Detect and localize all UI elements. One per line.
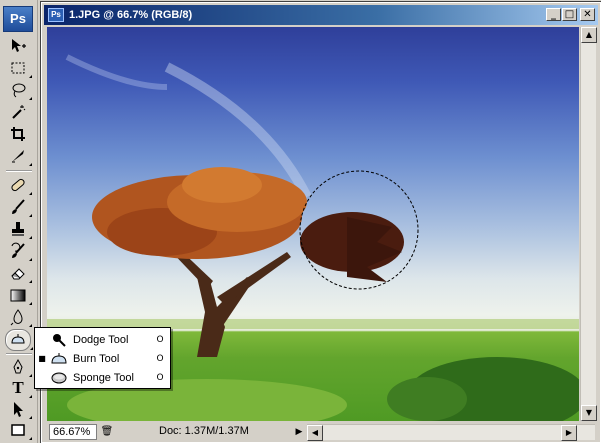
document-title: 1.JPG @ 66.7% (RGB/8): [69, 9, 193, 21]
flyout-check: ■: [38, 354, 46, 363]
move-icon: [12, 39, 26, 52]
magic-wand-icon: [12, 105, 26, 119]
lasso-icon: [12, 83, 26, 98]
rectangle-shape-icon: [11, 424, 25, 436]
photoshop-window: Ps T Ps 1.JPG @ 66.7% (RGB/8) _ □ ✕ ▲ ▼ …: [0, 0, 601, 443]
flyout-item-sponge[interactable]: Sponge Tool O: [35, 368, 170, 387]
bandage-icon: [11, 178, 25, 192]
status-menu-arrow[interactable]: ▶: [293, 424, 305, 440]
status-bar: 66.67% 🗑 Doc: 1.37M/1.37M ▶ ◀ ▶: [47, 423, 596, 441]
brush-tool-button[interactable]: [7, 197, 32, 217]
scroll-up-button[interactable]: ▲: [581, 27, 597, 43]
lasso-tool-button[interactable]: [7, 80, 32, 100]
path-selection-tool-button[interactable]: [7, 399, 32, 419]
slice-tool-button[interactable]: [7, 146, 32, 166]
type-tool-button[interactable]: T: [7, 378, 32, 398]
rectangular-marquee-icon: [11, 62, 25, 74]
gradient-tool-button[interactable]: [7, 285, 32, 305]
photoshop-document-icon: Ps: [48, 8, 64, 22]
trash-icon[interactable]: 🗑: [100, 425, 114, 439]
crop-icon: [11, 127, 25, 141]
toning-tools-flyout: Dodge Tool O ■ Burn Tool O Sponge Tool O: [34, 327, 171, 389]
type-icon: T: [12, 378, 24, 397]
ps-logo[interactable]: Ps: [3, 6, 33, 32]
zoom-field[interactable]: 66.67%: [49, 424, 97, 440]
sponge-icon: [49, 370, 69, 386]
magic-wand-tool-button[interactable]: [7, 102, 29, 122]
history-brush-tool-button[interactable]: [7, 241, 32, 261]
slice-icon: [12, 150, 24, 163]
flyout-shortcut: O: [156, 353, 164, 364]
move-tool-button[interactable]: [7, 36, 29, 56]
shape-tool-button[interactable]: [7, 420, 32, 440]
close-button[interactable]: ✕: [580, 8, 595, 21]
flyout-label: Sponge Tool: [73, 371, 134, 384]
minimize-button[interactable]: _: [546, 8, 561, 21]
burn-icon: [11, 334, 25, 344]
dodge-icon: [49, 332, 69, 348]
pen-tool-button[interactable]: [7, 357, 32, 377]
blur-drop-icon: [10, 309, 23, 326]
gradient-icon: [10, 289, 26, 302]
toolbox: Ps T: [0, 0, 38, 443]
stamp-icon: [12, 222, 24, 236]
burn-tool-button[interactable]: [5, 329, 33, 351]
eraser-tool-button[interactable]: [7, 263, 32, 283]
scroll-right-button[interactable]: ▶: [561, 425, 577, 441]
history-brush-icon: [11, 242, 25, 258]
flyout-item-burn[interactable]: ■ Burn Tool O: [35, 349, 170, 368]
scroll-left-button[interactable]: ◀: [307, 425, 323, 441]
vertical-scrollbar[interactable]: ▲ ▼: [580, 27, 597, 421]
arrow-icon: [14, 402, 23, 417]
maximize-button[interactable]: □: [562, 8, 577, 21]
flyout-label: Dodge Tool: [73, 333, 129, 346]
burn-icon: [49, 351, 69, 367]
flyout-item-dodge[interactable]: Dodge Tool O: [35, 330, 170, 349]
flyout-shortcut: O: [156, 372, 164, 383]
eraser-icon: [11, 268, 25, 280]
pen-icon: [13, 358, 23, 374]
horizontal-scrollbar[interactable]: ◀ ▶: [307, 424, 595, 441]
flyout-label: Burn Tool: [73, 352, 120, 365]
marquee-tool-button[interactable]: [7, 58, 32, 78]
flyout-shortcut: O: [156, 334, 164, 345]
brush-icon: [12, 199, 25, 214]
scroll-down-button[interactable]: ▼: [581, 405, 597, 421]
document-size-info: Doc: 1.37M/1.37M: [159, 425, 249, 437]
crop-tool-button[interactable]: [7, 124, 29, 144]
document-title-bar[interactable]: Ps 1.JPG @ 66.7% (RGB/8) _ □ ✕: [44, 5, 598, 25]
clone-stamp-tool-button[interactable]: [7, 219, 32, 239]
healing-brush-tool-button[interactable]: [7, 175, 32, 195]
blur-tool-button[interactable]: [7, 307, 32, 327]
